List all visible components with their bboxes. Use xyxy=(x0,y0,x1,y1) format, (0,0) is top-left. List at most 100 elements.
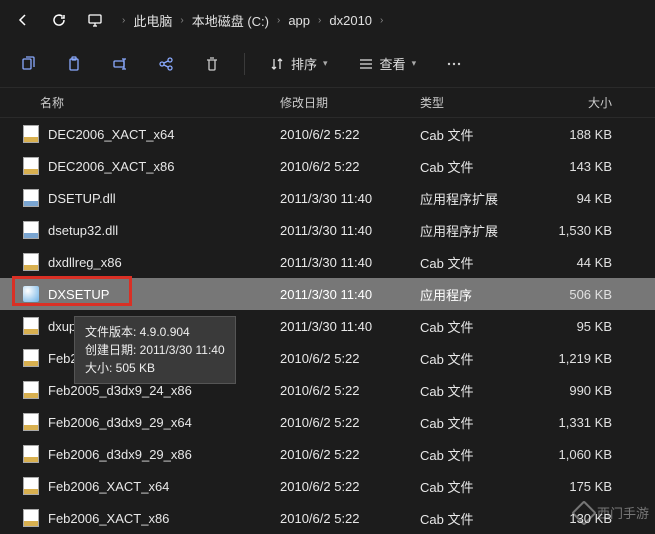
file-date: 2010/6/2 5:22 xyxy=(280,415,420,430)
file-row[interactable]: dxdllreg_x862011/3/30 11:40Cab 文件44 KB xyxy=(0,246,655,278)
view-icon xyxy=(358,56,374,72)
copy-button[interactable] xyxy=(10,46,46,82)
file-type: Cab 文件 xyxy=(420,381,538,400)
chevron-down-icon: ▾ xyxy=(412,58,417,69)
chevron-right-icon: › xyxy=(122,15,125,26)
chevron-right-icon: › xyxy=(180,15,183,26)
file-type: Cab 文件 xyxy=(420,477,538,496)
file-name: DSETUP.dll xyxy=(48,191,116,206)
file-date: 2010/6/2 5:22 xyxy=(280,511,420,526)
file-cab-icon xyxy=(22,477,40,495)
file-type: Cab 文件 xyxy=(420,157,538,176)
more-button[interactable] xyxy=(436,46,472,82)
file-cab-icon xyxy=(22,125,40,143)
file-row[interactable]: DXSETUP2011/3/30 11:40应用程序506 KB xyxy=(0,278,655,310)
sort-button[interactable]: 排序 ▾ xyxy=(259,48,338,79)
column-header-name[interactable]: 名称 xyxy=(0,94,280,111)
file-size: 143 KB xyxy=(538,159,628,174)
refresh-button[interactable] xyxy=(44,5,74,35)
file-name: DXSETUP xyxy=(48,287,109,302)
watermark-logo-icon xyxy=(571,500,596,525)
file-name: Feb2006_d3dx9_29_x64 xyxy=(48,415,192,430)
view-button[interactable]: 查看 ▾ xyxy=(348,48,427,79)
file-type: Cab 文件 xyxy=(420,445,538,464)
file-name: Feb2006_XACT_x64 xyxy=(48,479,169,494)
file-dll-icon xyxy=(22,221,40,239)
file-row[interactable]: Feb2006_XACT_x862010/6/2 5:22Cab 文件130 K… xyxy=(0,502,655,534)
file-size: 1,060 KB xyxy=(538,447,628,462)
breadcrumb-item[interactable]: 本地磁盘 (C:) xyxy=(190,8,271,33)
file-size: 94 KB xyxy=(538,191,628,206)
file-date: 2011/3/30 11:40 xyxy=(280,255,420,270)
file-type: Cab 文件 xyxy=(420,509,538,528)
file-cab-icon xyxy=(22,349,40,367)
file-row[interactable]: Feb2006_d3dx9_29_x64 2010/6/2 5:22Cab 文件1… xyxy=(0,406,655,438)
file-name: dxdllreg_x86 xyxy=(48,255,122,270)
breadcrumb-item[interactable]: app xyxy=(286,10,312,31)
file-cab-icon xyxy=(22,413,40,431)
file-date: 2011/3/30 11:40 xyxy=(280,223,420,238)
column-header-date[interactable]: 修改日期 xyxy=(280,94,420,111)
file-row[interactable]: DEC2006_XACT_x642010/6/2 5:22Cab 文件188 K… xyxy=(0,118,655,150)
file-date: 2010/6/2 5:22 xyxy=(280,127,420,142)
tooltip-line: 创建日期: 2011/3/30 11:40 xyxy=(85,341,225,359)
file-size: 188 KB xyxy=(538,127,628,142)
paste-button[interactable] xyxy=(56,46,92,82)
file-name: Feb2006_d3dx9_29_x86 xyxy=(48,447,192,462)
file-name: DEC2006_XACT_x86 xyxy=(48,159,174,174)
file-exe-icon xyxy=(22,285,40,303)
file-row[interactable]: Feb2006_d3dx9_29_x86 2010/6/2 5:22Cab 文件1… xyxy=(0,438,655,470)
column-header-row: 名称 修改日期 类型 大小 xyxy=(0,88,655,118)
file-type: Cab 文件 xyxy=(420,317,538,336)
file-cab-icon xyxy=(22,381,40,399)
column-header-size[interactable]: 大小 xyxy=(538,94,628,111)
file-size: 1,331 KB xyxy=(538,415,628,430)
file-row[interactable]: DEC2006_XACT_x86 2010/6/2 5:22Cab 文件143 K… xyxy=(0,150,655,182)
file-size: 990 KB xyxy=(538,383,628,398)
file-name: Feb2005_d3dx9_24_x86 xyxy=(48,383,192,398)
chevron-down-icon: ▾ xyxy=(323,58,328,69)
file-date: 2010/6/2 5:22 xyxy=(280,479,420,494)
watermark: 西门手游 xyxy=(575,503,649,522)
breadcrumb[interactable]: › 此电脑 › 本地磁盘 (C:) › app › dx2010 › xyxy=(116,8,647,33)
file-size: 1,530 KB xyxy=(538,223,628,238)
file-type: Cab 文件 xyxy=(420,349,538,368)
file-size: 175 KB xyxy=(538,479,628,494)
breadcrumb-item[interactable]: 此电脑 xyxy=(131,8,174,33)
file-size: 44 KB xyxy=(538,255,628,270)
column-header-type[interactable]: 类型 xyxy=(420,94,538,111)
file-row[interactable]: dsetup32.dll 2011/3/30 11:40应用程序扩展1,530 K… xyxy=(0,214,655,246)
rename-button[interactable] xyxy=(102,46,138,82)
file-date: 2010/6/2 5:22 xyxy=(280,447,420,462)
back-button[interactable] xyxy=(8,5,38,35)
sort-label: 排序 xyxy=(291,54,317,73)
breadcrumb-item[interactable]: dx2010 xyxy=(327,10,374,31)
file-date: 2011/3/30 11:40 xyxy=(280,319,420,334)
file-cab-icon xyxy=(22,445,40,463)
delete-button[interactable] xyxy=(194,46,230,82)
toolbar-separator xyxy=(244,53,245,75)
file-row[interactable]: DSETUP.dll2011/3/30 11:40应用程序扩展94 KB xyxy=(0,182,655,214)
file-row[interactable]: Feb2006_XACT_x64 2010/6/2 5:22Cab 文件175 K… xyxy=(0,470,655,502)
file-type: 应用程序扩展 xyxy=(420,221,538,240)
file-cab-icon xyxy=(22,157,40,175)
share-button[interactable] xyxy=(148,46,184,82)
chevron-right-icon: › xyxy=(380,15,383,26)
file-type: 应用程序扩展 xyxy=(420,189,538,208)
sort-icon xyxy=(269,56,285,72)
file-type: Cab 文件 xyxy=(420,125,538,144)
file-type: Cab 文件 xyxy=(420,413,538,432)
tooltip-line: 大小: 505 KB xyxy=(85,359,225,377)
file-name: dsetup32.dll xyxy=(48,223,118,238)
monitor-icon[interactable] xyxy=(80,5,110,35)
chevron-right-icon: › xyxy=(277,15,280,26)
file-size: 506 KB xyxy=(538,287,628,302)
file-date: 2011/3/30 11:40 xyxy=(280,287,420,302)
file-size: 1,219 KB xyxy=(538,351,628,366)
file-date: 2010/6/2 5:22 xyxy=(280,159,420,174)
toolbar: 排序 ▾ 查看 ▾ xyxy=(0,40,655,88)
file-name: Feb2006_XACT_x86 xyxy=(48,511,169,526)
file-size: 95 KB xyxy=(538,319,628,334)
address-bar: › 此电脑 › 本地磁盘 (C:) › app › dx2010 › xyxy=(0,0,655,40)
tooltip: 文件版本: 4.9.0.904 创建日期: 2011/3/30 11:40 大小… xyxy=(74,316,236,384)
